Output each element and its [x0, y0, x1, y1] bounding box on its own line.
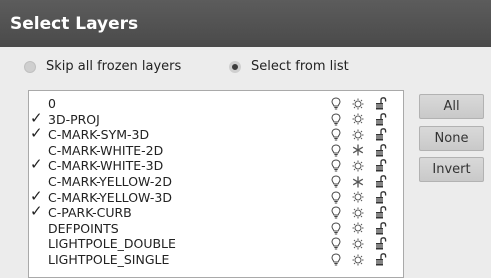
layer-name: C-MARK-WHITE-2D: [48, 142, 164, 158]
sun-icon[interactable]: [351, 127, 365, 142]
select-all-button[interactable]: All: [419, 94, 484, 119]
layer-list[interactable]: 0 ✓ 3D-PROJ ✓ C-MARK-SYM-3D C-MARK-WHITE-2D ✓ C…: [28, 90, 404, 278]
layer-row[interactable]: ✓ C-PARK-CURB: [29, 203, 403, 221]
select-from-list-radio[interactable]: Select from list: [229, 59, 349, 74]
unlocked-icon[interactable]: [374, 112, 388, 127]
lightbulb-icon[interactable]: [329, 174, 343, 189]
lightbulb-icon[interactable]: [329, 127, 343, 142]
layer-name: C-MARK-YELLOW-3D: [48, 189, 172, 205]
sun-icon[interactable]: [351, 252, 365, 267]
checkmark-icon[interactable]: ✓: [30, 203, 46, 220]
invert-selection-button[interactable]: Invert: [419, 157, 484, 182]
layer-name: C-PARK-CURB: [48, 205, 132, 221]
layer-row[interactable]: ✓ 3D-PROJ: [29, 109, 403, 127]
layer-name: LIGHTPOLE_SINGLE: [48, 252, 170, 267]
sun-icon[interactable]: [351, 236, 365, 251]
snowflake-icon[interactable]: [351, 174, 365, 189]
layer-name: C-MARK-YELLOW-2D: [48, 174, 172, 189]
select-from-list-label: Select from list: [251, 59, 349, 74]
layer-row[interactable]: ✓ C-MARK-SYM-3D: [29, 125, 403, 143]
layer-name: DEFPOINTS: [48, 220, 119, 236]
unlocked-icon[interactable]: [374, 143, 388, 158]
unlocked-icon[interactable]: [374, 252, 388, 267]
layer-row[interactable]: ✓ C-MARK-YELLOW-3D: [29, 187, 403, 205]
snowflake-icon[interactable]: [351, 143, 365, 158]
dialog-title: Select Layers: [0, 0, 491, 47]
radio-on-icon: [229, 60, 241, 73]
unlocked-icon[interactable]: [374, 174, 388, 189]
lightbulb-icon[interactable]: [329, 205, 343, 220]
unlocked-icon[interactable]: [374, 127, 388, 142]
dialog-body: Skip all frozen layers Select from list …: [0, 47, 491, 278]
unlocked-icon[interactable]: [374, 190, 388, 205]
unlocked-icon[interactable]: [374, 221, 388, 236]
layer-row[interactable]: DEFPOINTS: [29, 221, 403, 236]
layer-row[interactable]: C-MARK-WHITE-2D: [29, 143, 403, 158]
lightbulb-icon[interactable]: [329, 190, 343, 205]
layer-name: C-MARK-SYM-3D: [48, 127, 150, 143]
lightbulb-icon[interactable]: [329, 158, 343, 173]
lightbulb-icon[interactable]: [329, 252, 343, 267]
layer-row[interactable]: C-MARK-YELLOW-2D: [29, 174, 403, 189]
sun-icon[interactable]: [351, 221, 365, 236]
unlocked-icon[interactable]: [374, 236, 388, 251]
sun-icon[interactable]: [351, 96, 365, 111]
layer-name: LIGHTPOLE_DOUBLE: [48, 236, 176, 252]
sun-icon[interactable]: [351, 205, 365, 220]
layer-name: C-MARK-WHITE-3D: [48, 158, 164, 174]
unlocked-icon[interactable]: [374, 158, 388, 173]
skip-frozen-radio[interactable]: Skip all frozen layers: [24, 59, 181, 74]
unlocked-icon[interactable]: [374, 96, 388, 111]
layer-row[interactable]: LIGHTPOLE_SINGLE: [29, 252, 403, 267]
checkmark-icon[interactable]: ✓: [30, 125, 46, 142]
layer-row[interactable]: LIGHTPOLE_DOUBLE: [29, 236, 403, 251]
lightbulb-icon[interactable]: [329, 143, 343, 158]
radio-off-icon: [24, 60, 36, 73]
unlocked-icon[interactable]: [374, 205, 388, 220]
sun-icon[interactable]: [351, 190, 365, 205]
layer-row[interactable]: 0: [29, 96, 403, 111]
sun-icon[interactable]: [351, 158, 365, 173]
layer-row[interactable]: ✓ C-MARK-WHITE-3D: [29, 156, 403, 174]
layer-name: 0: [48, 96, 56, 111]
select-none-button[interactable]: None: [419, 126, 484, 151]
checkmark-icon[interactable]: ✓: [30, 156, 46, 173]
sun-icon[interactable]: [351, 112, 365, 127]
lightbulb-icon[interactable]: [329, 96, 343, 111]
layer-name: 3D-PROJ: [48, 111, 100, 127]
skip-frozen-label: Skip all frozen layers: [46, 59, 182, 74]
lightbulb-icon[interactable]: [329, 221, 343, 236]
lightbulb-icon[interactable]: [329, 236, 343, 251]
lightbulb-icon[interactable]: [329, 112, 343, 127]
